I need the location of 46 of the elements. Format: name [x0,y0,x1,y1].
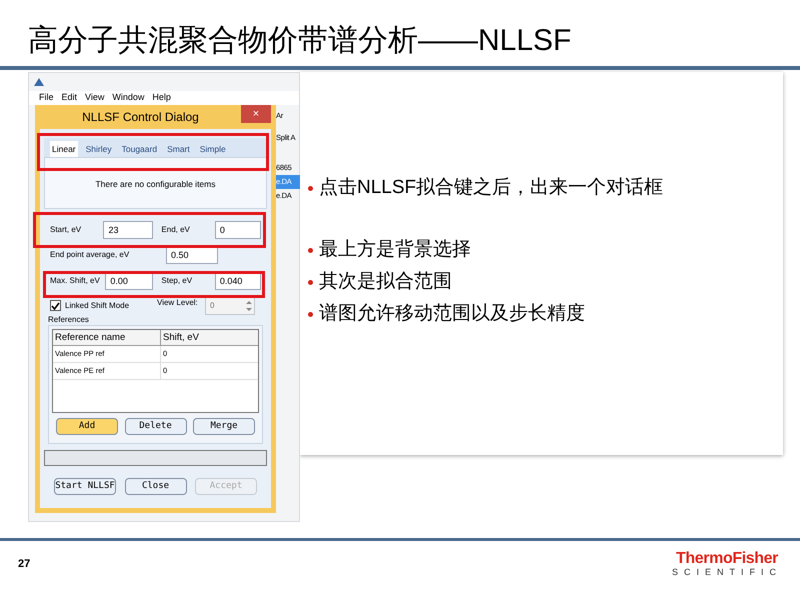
tab-message: There are no configurable items [95,178,216,191]
menu-item[interactable]: Window [112,91,144,105]
dialog-button[interactable]: Close [124,478,186,495]
logo-text: ThermoFisher [676,551,778,567]
bullet-icon [308,248,313,252]
dialog-button[interactable]: Start NLLSF [54,478,116,495]
tab[interactable]: Shirley [84,141,114,157]
field-label: Start, eV [50,224,82,236]
checkbox[interactable] [50,300,61,311]
tab[interactable]: Simple [198,141,228,157]
bullet-text: 其次是拟合范围 [319,270,452,294]
bullet-text: 谱图允许移动范围以及步长精度 [319,302,585,326]
input-field[interactable]: 23 [103,221,154,239]
checkbox-label: Linked Shift Mode [65,300,130,312]
close-button[interactable]: × [241,105,271,123]
page-number: 27 [18,557,30,572]
slide-title: 高分子共混聚合物价带谱分析——NLLSF [28,26,572,56]
app-logo-icon [33,77,45,87]
dialog-button[interactable]: Merge [193,418,255,435]
column-header: Reference name [53,330,161,345]
field-label: Step, eV [161,275,194,287]
bullet-text: 最上方是背景选择 [319,238,471,262]
menu-item[interactable]: View [85,91,104,105]
tab[interactable]: Linear [50,141,78,157]
menu-item[interactable]: Edit [62,91,78,105]
dialog-button[interactable]: Delete [124,418,186,435]
input-field[interactable]: 0 [214,221,261,239]
tab[interactable]: Tougaard [120,141,160,157]
logo-subtext: SCIENTIFIC [672,567,782,578]
dialog-button[interactable]: Add [56,418,118,435]
bullet-icon [308,186,313,190]
bullet-text: 点击NLLSF拟合键之后，出来一个对话框 [319,176,664,200]
tab[interactable]: Smart [165,141,192,157]
checkmark-icon [51,302,60,310]
spin-value: 0 [209,300,216,312]
field-label: Max. Shift, eV [50,275,101,287]
dialog-title: NLLSF Control Dialog [81,109,200,126]
field-label: End point average, eV [50,249,130,261]
bullet-icon [308,312,313,316]
menu-item[interactable]: Help [152,91,171,105]
bullet-icon [308,280,313,284]
group-label: References [47,315,90,325]
column-header: Shift, eV [162,331,200,345]
field-label: End, eV [161,224,191,236]
menu-item[interactable]: File [39,91,54,105]
field-label: View Level: [157,297,199,309]
